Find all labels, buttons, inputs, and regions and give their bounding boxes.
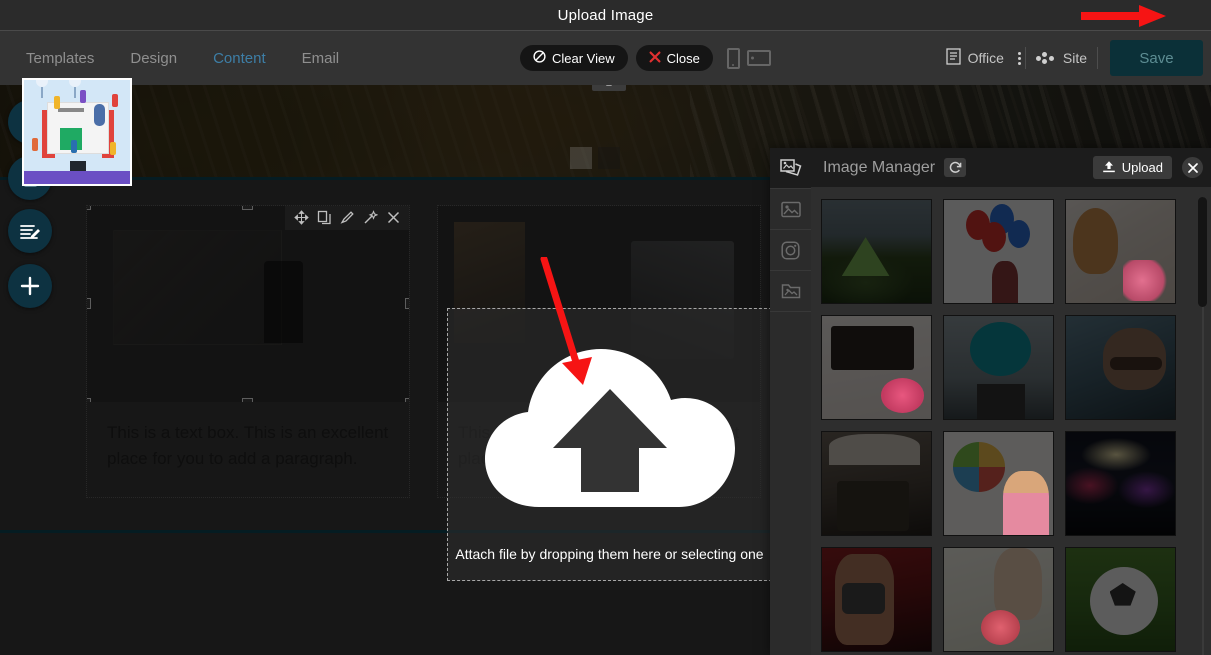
thumbnail-woman-flowers[interactable] (943, 547, 1054, 652)
thumbnail-girl-pinwheel[interactable] (943, 431, 1054, 536)
file-dropzone[interactable]: Attach file by dropping them here or sel… (447, 257, 772, 581)
plus-icon (20, 276, 40, 296)
refresh-icon[interactable] (944, 158, 967, 177)
upload-label: Upload (1121, 160, 1163, 175)
site-label: Site (1062, 50, 1087, 66)
instagram-icon (781, 240, 800, 260)
view-controls: Clear View Close (520, 31, 771, 85)
nav-right-group: Office Site Save (936, 31, 1203, 85)
document-icon (945, 48, 961, 68)
folder-image-icon (781, 284, 800, 299)
tab-templates[interactable]: Templates (8, 44, 112, 73)
chevron-up-icon[interactable]: ▲ (592, 85, 626, 91)
rail-stock-images[interactable] (770, 189, 811, 230)
image-manager-close[interactable] (1182, 157, 1203, 178)
rail-folders[interactable] (770, 271, 811, 312)
upload-icon (1102, 160, 1116, 176)
mobile-landscape-icon[interactable] (746, 50, 771, 66)
image-grid-scroll-area (811, 187, 1211, 655)
image-manager-title: Image Manager (823, 158, 936, 176)
close-x-icon[interactable] (383, 208, 403, 228)
x-icon (649, 51, 661, 66)
scrollbar-thumb[interactable] (1198, 197, 1207, 307)
card-caption[interactable]: This is a text box. This is an excellent… (87, 402, 409, 497)
save-button[interactable]: Save (1110, 40, 1203, 76)
content-card[interactable]: This is a text box. This is an excellent… (86, 205, 410, 498)
tab-content[interactable]: Content (195, 44, 284, 73)
tab-design[interactable]: Design (112, 44, 195, 73)
red-pointer-arrow (1081, 5, 1166, 27)
image-icon (780, 201, 801, 217)
red-guide-arrow (540, 257, 592, 385)
card-photo-office[interactable] (87, 206, 409, 402)
thumbnail-balloons-woman[interactable] (943, 199, 1054, 304)
move-icon[interactable] (291, 208, 311, 228)
editor-navbar: Templates Design Content Email Clear Vie… (0, 31, 1211, 85)
app-root: Upload Image Templates Design Content Em… (0, 0, 1211, 655)
image-manager-rail (770, 148, 811, 655)
upload-modal-titlebar: Upload Image (0, 0, 1211, 31)
device-preview-group (726, 47, 771, 69)
mobile-portrait-icon[interactable] (726, 47, 740, 69)
thumbnail-woman-sunglasses[interactable] (1065, 315, 1176, 420)
edit-pencil-icon[interactable] (337, 208, 357, 228)
magic-wand-icon[interactable] (360, 208, 380, 228)
nav-tabs: Templates Design Content Email (0, 44, 357, 73)
image-manager-header: Image Manager Upload (811, 148, 1211, 187)
thumbnail-makeup-palette[interactable] (821, 315, 932, 420)
rail-my-images[interactable] (770, 148, 811, 189)
kebab-menu-icon[interactable] (1014, 51, 1025, 65)
drag-preview-thumbnail (22, 78, 132, 186)
office-menu[interactable]: Office (936, 48, 1014, 68)
thumbnail-man-blue-afro[interactable] (943, 315, 1054, 420)
image-manager-panel: Image Manager Upload (770, 148, 1211, 655)
cloud-upload-icon (481, 332, 739, 537)
tab-email[interactable]: Email (284, 44, 358, 73)
clear-view-button[interactable]: Clear View (520, 45, 628, 71)
thumbnail-boxer-gloves[interactable] (821, 547, 932, 652)
rail-instagram[interactable] (770, 230, 811, 271)
thumbnail-mountain-landscape[interactable] (821, 199, 932, 304)
modal-title: Upload Image (557, 6, 654, 24)
duplicate-icon[interactable] (314, 208, 334, 228)
dropzone-label: Attach file by dropping them here or sel… (455, 546, 764, 562)
upload-button[interactable]: Upload (1092, 156, 1172, 179)
dots-grid-icon (1035, 51, 1056, 65)
images-stack-icon (779, 159, 801, 176)
clear-view-label: Clear View (552, 50, 615, 66)
selection-handles (87, 206, 409, 402)
banner-placeholder-blocks (570, 147, 620, 169)
site-menu[interactable]: Site (1026, 50, 1097, 66)
fab-add[interactable] (8, 264, 52, 308)
image-manager-body: Image Manager Upload (811, 148, 1211, 655)
fab-edit[interactable] (8, 209, 52, 253)
close-view-button[interactable]: Close (635, 45, 713, 71)
image-grid-scrollbar[interactable] (1198, 197, 1207, 655)
image-grid (811, 187, 1211, 652)
edit-lines-icon (20, 225, 40, 239)
element-toolbar (285, 206, 409, 230)
thumbnail-bride-couple[interactable] (1065, 199, 1176, 304)
nav-divider-2 (1097, 47, 1098, 69)
thumbnail-concert-lights[interactable] (1065, 431, 1176, 536)
thumbnail-soccer-ball[interactable] (1065, 547, 1176, 652)
office-label: Office (967, 50, 1004, 66)
close-view-label: Close (666, 50, 700, 66)
thumbnail-woman-with-camera[interactable] (821, 431, 932, 536)
ban-icon (533, 50, 546, 66)
